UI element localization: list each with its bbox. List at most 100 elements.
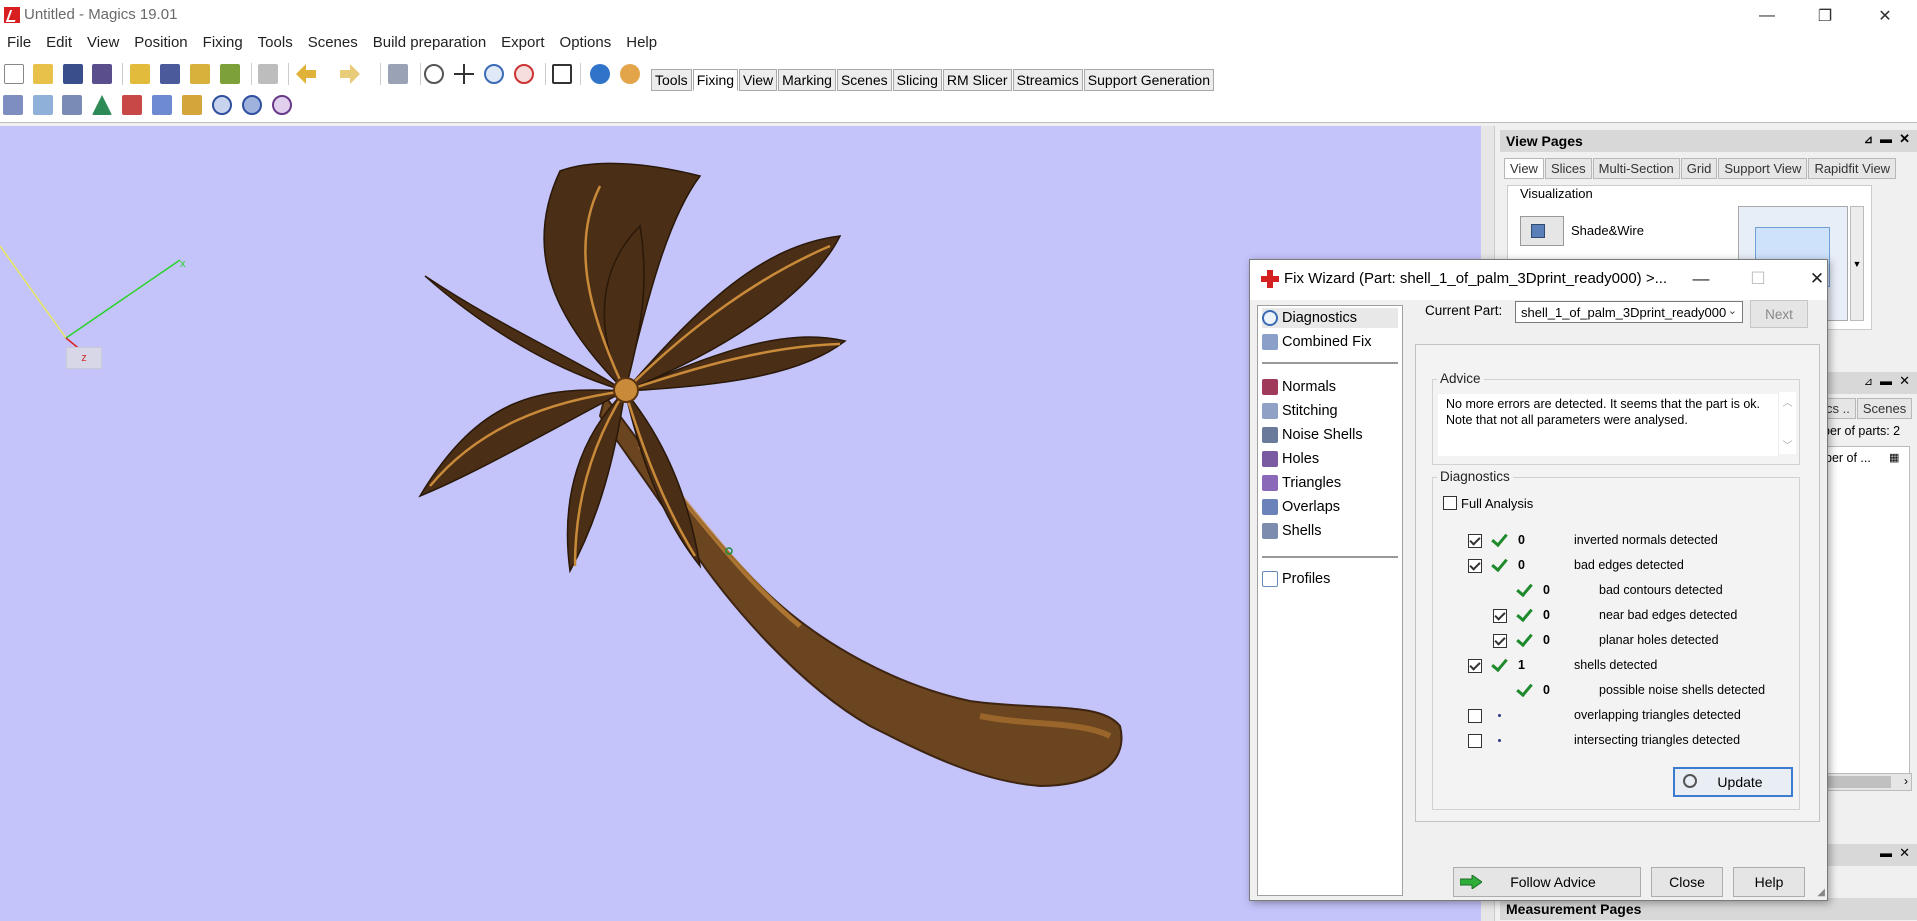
scroll-down-icon[interactable]: ﹀ <box>1783 437 1793 452</box>
menu-build-preparation[interactable]: Build preparation <box>366 34 494 51</box>
ribbon-tab-slicing[interactable]: Slicing <box>892 69 942 91</box>
full-analysis-checkbox[interactable] <box>1443 496 1457 510</box>
intersecting-triangles-checkbox[interactable] <box>1468 734 1482 748</box>
scene-pin-icon[interactable]: ⊿ <box>1864 375 1873 388</box>
save-icon[interactable] <box>63 64 83 84</box>
resize-grip-icon[interactable]: ◢ <box>1817 887 1825 898</box>
context-help-icon[interactable] <box>620 64 640 84</box>
shells-checkbox[interactable] <box>1468 659 1482 673</box>
tab-rapidfit-view[interactable]: Rapidfit View <box>1808 158 1897 179</box>
save-part-icon[interactable] <box>160 64 180 84</box>
nav-diagnostics[interactable]: Diagnostics <box>1262 308 1398 328</box>
ribbon-tab-fixing[interactable]: Fixing <box>692 69 739 91</box>
scroll-right-icon[interactable]: › <box>1904 774 1908 788</box>
scene-close-icon[interactable]: ✕ <box>1899 373 1910 389</box>
near-bad-edges-checkbox[interactable] <box>1493 609 1507 623</box>
next-button[interactable]: Next <box>1750 300 1808 328</box>
help-icon[interactable] <box>590 64 610 84</box>
pane-restore-icon[interactable]: ▬ <box>1880 846 1892 860</box>
fix-wizard-icon[interactable] <box>552 64 572 84</box>
update-button[interactable]: Update <box>1673 767 1793 797</box>
unload-part-icon[interactable] <box>220 64 240 84</box>
pane-close-icon[interactable]: ✕ <box>1899 845 1910 861</box>
scroll-up-icon[interactable]: ︿ <box>1783 394 1793 409</box>
undo-icon[interactable] <box>296 64 316 84</box>
restore-button[interactable]: ❐ <box>1802 0 1848 31</box>
scene-minimize-icon[interactable]: ▬ <box>1880 374 1892 388</box>
shade-wire-button[interactable] <box>1520 216 1564 246</box>
close-button[interactable]: Close <box>1651 867 1723 897</box>
inverted-normals-checkbox[interactable] <box>1468 534 1482 548</box>
tab-support-view[interactable]: Support View <box>1718 158 1808 179</box>
mark-plane-icon[interactable] <box>152 95 172 115</box>
pin-icon[interactable]: ⊿ <box>1864 133 1873 146</box>
tab-multi-section[interactable]: Multi-Section <box>1592 158 1680 179</box>
menu-file[interactable]: File <box>0 34 39 51</box>
mark-surface-icon[interactable] <box>182 95 202 115</box>
dialog-minimize-button[interactable]: — <box>1681 265 1721 293</box>
minimize-pane-icon[interactable]: ▬ <box>1880 132 1892 146</box>
tab-scenes[interactable]: Scenes <box>1856 398 1913 419</box>
nav-triangles[interactable]: Triangles <box>1262 473 1398 493</box>
redo-icon[interactable] <box>340 64 360 84</box>
nav-stitching[interactable]: Stitching <box>1262 401 1398 421</box>
dialog-maximize-button[interactable]: ☐ <box>1738 265 1778 293</box>
zoom-icon[interactable] <box>484 64 504 84</box>
nav-holes[interactable]: Holes <box>1262 449 1398 469</box>
nav-profiles[interactable]: Profiles <box>1262 569 1398 589</box>
ribbon-tab-scenes[interactable]: Scenes <box>836 69 892 91</box>
nav-combined-fix[interactable]: Combined Fix <box>1262 332 1398 352</box>
menu-scenes[interactable]: Scenes <box>301 34 366 51</box>
menu-fixing[interactable]: Fixing <box>196 34 251 51</box>
link-icon[interactable] <box>272 95 292 115</box>
tab-view[interactable]: View <box>1504 158 1544 179</box>
view-dropdown-arrow[interactable]: ▼ <box>1850 206 1864 321</box>
new-file-icon[interactable] <box>4 64 24 84</box>
nav-noise-shells[interactable]: Noise Shells <box>1262 425 1398 445</box>
dialog-close-button[interactable]: ✕ <box>1797 265 1837 293</box>
tab-grid[interactable]: Grid <box>1680 158 1718 179</box>
triangle-tool-icon[interactable] <box>92 95 112 115</box>
open-folder-icon[interactable] <box>33 64 53 84</box>
ribbon-tab-marking[interactable]: Marking <box>778 69 836 91</box>
fix-wizard-titlebar[interactable]: Fix Wizard (Part: shell_1_of_palm_3Dprin… <box>1250 260 1827 300</box>
tab-slices[interactable]: Slices <box>1544 158 1592 179</box>
planar-holes-checkbox[interactable] <box>1493 634 1507 648</box>
zoom-window-icon[interactable] <box>514 64 534 84</box>
ribbon-tab-streamics[interactable]: Streamics <box>1012 69 1083 91</box>
menu-export[interactable]: Export <box>494 34 552 51</box>
print-icon[interactable] <box>258 64 278 84</box>
sphere-icon[interactable] <box>212 95 232 115</box>
menu-view[interactable]: View <box>80 34 127 51</box>
close-pane-icon[interactable]: ✕ <box>1899 131 1910 147</box>
box-part-icon[interactable] <box>33 95 53 115</box>
minimize-button[interactable]: — <box>1744 0 1790 31</box>
ribbon-tab-view[interactable]: View <box>739 69 778 91</box>
bad-edges-checkbox[interactable] <box>1468 559 1482 573</box>
column-options-icon[interactable]: ▦ <box>1889 451 1899 464</box>
close-window-button[interactable]: ✕ <box>1862 0 1908 31</box>
menu-edit[interactable]: Edit <box>39 34 80 51</box>
help-button[interactable]: Help <box>1733 867 1805 897</box>
advice-scrollbar[interactable]: ︿ ﹀ <box>1778 392 1796 454</box>
menu-tools[interactable]: Tools <box>251 34 301 51</box>
delete-triangles-icon[interactable] <box>122 95 142 115</box>
rotate-icon[interactable] <box>424 64 444 84</box>
overlapping-triangles-checkbox[interactable] <box>1468 709 1482 723</box>
load-scene-icon[interactable] <box>190 64 210 84</box>
follow-advice-button[interactable]: Follow Advice <box>1453 867 1641 897</box>
shells-tool-icon[interactable] <box>62 95 82 115</box>
current-part-select[interactable]: shell_1_of_palm_3Dprint_ready000 ⌄ <box>1515 301 1743 323</box>
sphere-mesh-icon[interactable] <box>242 95 262 115</box>
nav-overlaps[interactable]: Overlaps <box>1262 497 1398 517</box>
menu-help[interactable]: Help <box>619 34 665 51</box>
select-part-icon[interactable] <box>388 64 408 84</box>
menu-options[interactable]: Options <box>553 34 620 51</box>
import-part-icon[interactable] <box>130 64 150 84</box>
add-part-icon[interactable] <box>3 95 23 115</box>
nav-normals[interactable]: Normals <box>1262 377 1398 397</box>
menu-position[interactable]: Position <box>127 34 195 51</box>
pan-icon[interactable] <box>454 64 474 84</box>
nav-shells[interactable]: Shells <box>1262 521 1398 541</box>
ribbon-tab-support-generation[interactable]: Support Generation <box>1083 69 1214 91</box>
